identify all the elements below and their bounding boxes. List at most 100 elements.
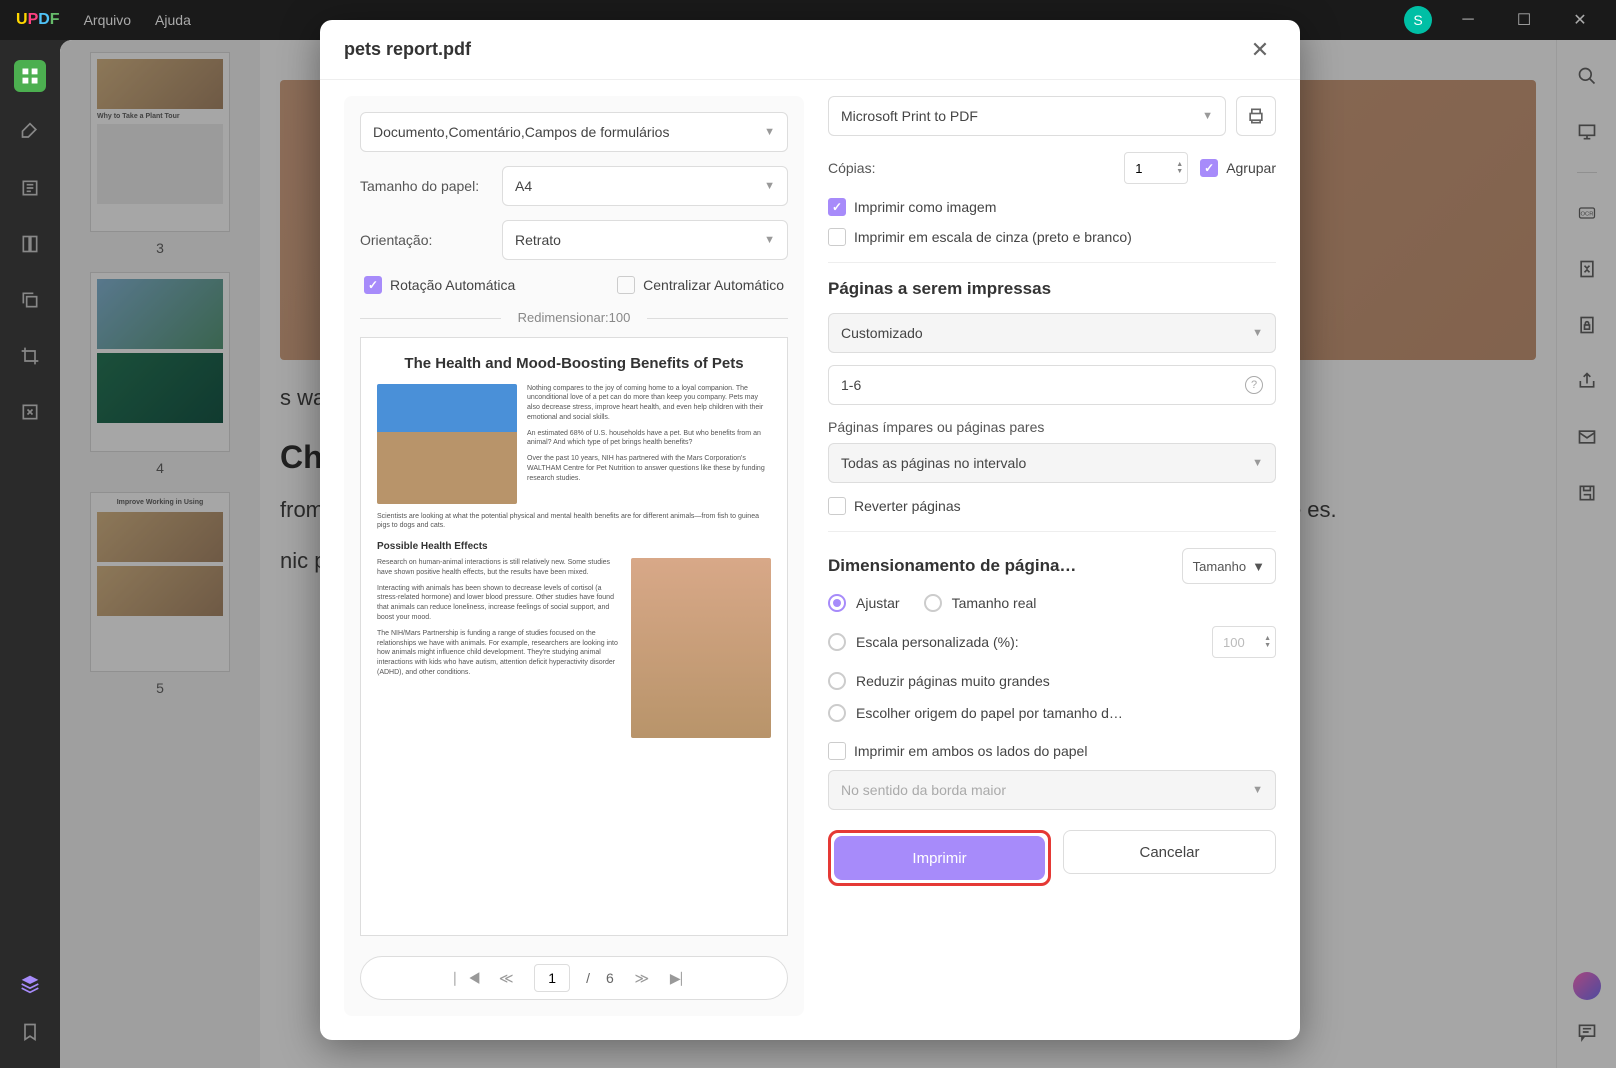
radio-icon (828, 672, 846, 690)
extract-tool-icon[interactable] (14, 396, 46, 428)
pages-tool-icon[interactable] (14, 228, 46, 260)
spinner-up-icon[interactable]: ▲ (1264, 635, 1271, 642)
page-range-input[interactable]: 1-6 ? (828, 365, 1276, 405)
collate-checkbox[interactable]: Agrupar (1200, 159, 1276, 177)
reverse-pages-checkbox[interactable]: Reverter páginas (828, 497, 1276, 515)
select-value: Tamanho (1193, 559, 1246, 574)
menu-help[interactable]: Ajuda (155, 12, 191, 28)
close-window-button[interactable]: ✕ (1560, 5, 1600, 35)
edit-tool-icon[interactable] (14, 172, 46, 204)
grayscale-checkbox[interactable]: Imprimir em escala de cinza (preto e bra… (828, 228, 1276, 246)
orientation-select[interactable]: Retrato ▼ (502, 220, 788, 260)
print-as-image-checkbox[interactable]: Imprimir como imagem (828, 198, 1276, 216)
checkbox-label: Imprimir em escala de cinza (preto e bra… (854, 229, 1132, 245)
pager-last-button[interactable]: ▶⎸ (670, 970, 694, 987)
pager-current-input[interactable] (534, 964, 570, 992)
print-button-highlight: Imprimir (828, 830, 1051, 886)
preview-subtitle: Possible Health Effects (377, 541, 771, 552)
checkbox-label: Agrupar (1226, 160, 1276, 176)
spinner-down-icon[interactable]: ▼ (1176, 168, 1183, 175)
preview-text: The NIH/Mars Partnership is funding a ra… (377, 629, 621, 678)
print-button[interactable]: Imprimir (834, 836, 1045, 880)
spinner-down-icon[interactable]: ▼ (1264, 642, 1271, 649)
scale-spinner[interactable]: 100 ▲▼ (1212, 626, 1276, 658)
preview-title: The Health and Mood-Boosting Benefits of… (377, 354, 771, 374)
preview-text: Scientists are looking at what the poten… (377, 512, 771, 532)
chevron-down-icon: ▼ (1202, 110, 1213, 122)
highlighter-tool-icon[interactable] (14, 116, 46, 148)
app-logo: UPDF (16, 11, 60, 29)
help-icon[interactable]: ? (1245, 376, 1263, 394)
sizing-mode-select[interactable]: Tamanho ▼ (1182, 548, 1276, 584)
preview-text: An estimated 68% of U.S. households have… (527, 429, 771, 449)
pages-mode-select[interactable]: Customizado ▼ (828, 313, 1276, 353)
user-avatar[interactable]: S (1404, 6, 1432, 34)
paper-source-radio[interactable]: Escolher origem do papel por tamanho d… (828, 704, 1276, 722)
pages-section-title: Páginas a serem impressas (828, 279, 1276, 299)
checkbox-icon (364, 276, 382, 294)
preview-image (377, 384, 517, 504)
select-value: Documento,Comentário,Campos de formulári… (373, 124, 669, 140)
preview-text: Interacting with animals has been shown … (377, 584, 621, 623)
printer-properties-button[interactable] (1236, 96, 1276, 136)
checkbox-label: Centralizar Automático (643, 277, 784, 293)
checkbox-icon (1200, 159, 1218, 177)
select-value: A4 (515, 178, 532, 194)
bookmark-icon[interactable] (14, 1016, 46, 1048)
print-content-select[interactable]: Documento,Comentário,Campos de formulári… (360, 112, 788, 152)
left-tool-rail (0, 40, 60, 1068)
custom-scale-radio[interactable]: Escala personalizada (%): 100 ▲▼ (828, 626, 1276, 658)
paper-size-select[interactable]: A4 ▼ (502, 166, 788, 206)
radio-icon (828, 704, 846, 722)
radio-icon (828, 594, 846, 612)
thumbnails-tool-icon[interactable] (14, 60, 46, 92)
copy-tool-icon[interactable] (14, 284, 46, 316)
select-value: Microsoft Print to PDF (841, 108, 978, 124)
chevron-down-icon: ▼ (764, 180, 775, 192)
radio-label: Escala personalizada (%): (856, 634, 1019, 650)
orientation-label: Orientação: (360, 232, 490, 248)
maximize-button[interactable]: ☐ (1504, 5, 1544, 35)
radio-label: Ajustar (856, 595, 900, 611)
preview-text: Nothing compares to the joy of coming ho… (527, 384, 771, 423)
pager-next-button[interactable]: ≫ (630, 970, 654, 987)
select-value: Customizado (841, 325, 923, 341)
both-sides-checkbox[interactable]: Imprimir em ambos os lados do papel (828, 742, 1276, 760)
spinner-value: 100 (1223, 635, 1245, 650)
checkbox-icon (828, 742, 846, 760)
print-dialog: pets report.pdf ✕ Documento,Comentário,C… (320, 20, 1300, 1040)
select-value: Retrato (515, 232, 561, 248)
shrink-radio[interactable]: Reduzir páginas muito grandes (828, 672, 1276, 690)
chevron-down-icon: ▼ (764, 126, 775, 138)
paper-size-label: Tamanho do papel: (360, 178, 490, 194)
auto-center-checkbox[interactable]: Centralizar Automático (617, 276, 784, 294)
pager-first-button[interactable]: ⎸◀ (454, 970, 478, 987)
menu-file[interactable]: Arquivo (84, 12, 131, 28)
chevron-down-icon: ▼ (1252, 327, 1263, 339)
checkbox-icon (617, 276, 635, 294)
minimize-button[interactable]: ─ (1448, 5, 1488, 35)
chevron-down-icon: ▼ (1252, 457, 1263, 469)
spinner-up-icon[interactable]: ▲ (1176, 161, 1183, 168)
copies-spinner[interactable]: 1 ▲▼ (1124, 152, 1188, 184)
input-value: 1-6 (841, 377, 861, 393)
auto-rotate-checkbox[interactable]: Rotação Automática (364, 276, 515, 294)
cancel-button[interactable]: Cancelar (1063, 830, 1276, 874)
radio-icon (828, 633, 846, 651)
duplex-mode-select[interactable]: No sentido da borda maior ▼ (828, 770, 1276, 810)
layers-icon[interactable] (14, 968, 46, 1000)
copies-label: Cópias: (828, 160, 875, 176)
pager-prev-button[interactable]: ≪ (494, 970, 518, 987)
odd-even-select[interactable]: Todas as páginas no intervalo ▼ (828, 443, 1276, 483)
printer-select[interactable]: Microsoft Print to PDF ▼ (828, 96, 1226, 136)
radio-label: Tamanho real (952, 595, 1037, 611)
dialog-close-button[interactable]: ✕ (1244, 34, 1276, 66)
chevron-down-icon: ▼ (1252, 784, 1263, 796)
preview-image (631, 558, 771, 738)
actual-size-radio[interactable]: Tamanho real (924, 594, 1037, 612)
crop-tool-icon[interactable] (14, 340, 46, 372)
preview-text: Over the past 10 years, NIH has partnere… (527, 454, 771, 483)
fit-radio[interactable]: Ajustar (828, 594, 900, 612)
select-value: Todas as páginas no intervalo (841, 455, 1026, 471)
pager-separator: / (586, 970, 590, 986)
